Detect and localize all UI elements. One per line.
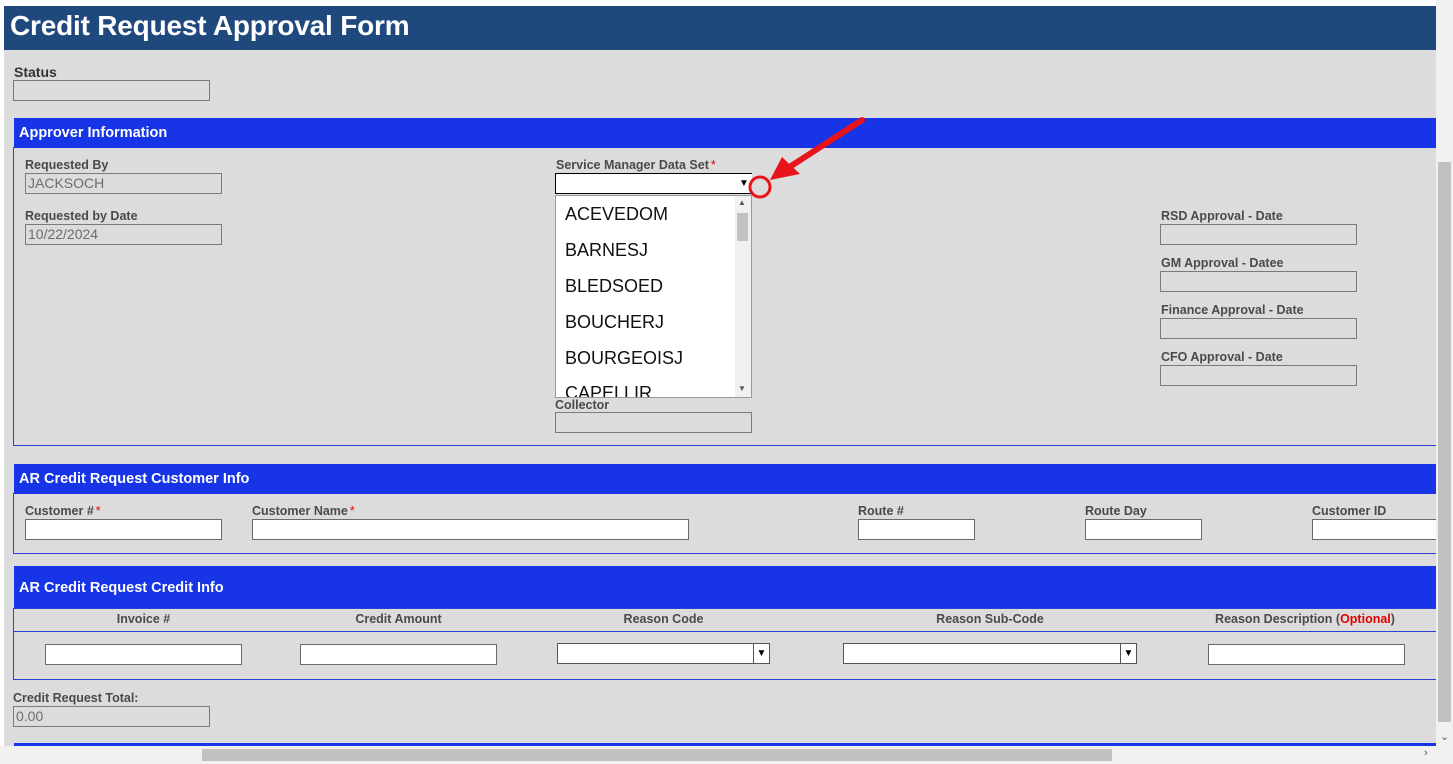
scroll-down-icon[interactable]: ▼ — [738, 384, 746, 393]
credit-section-title: AR Credit Request Credit Info — [19, 580, 224, 596]
requested-by-field: JACKSOCH — [25, 173, 222, 194]
route-num-label: Route # — [858, 504, 904, 518]
vertical-scrollbar[interactable]: ⌄ — [1436, 0, 1453, 746]
customer-section-box — [13, 493, 1436, 554]
form-title-bar: Credit Request Approval Form — [4, 6, 1436, 50]
approver-section-header: Approver Information — [14, 118, 1436, 148]
scroll-down-icon[interactable]: ⌄ — [1440, 730, 1449, 743]
customer-id-label: Customer ID — [1312, 504, 1387, 518]
invoice-input[interactable] — [45, 644, 242, 665]
credit-header-divider — [14, 631, 1436, 632]
scroll-right-icon[interactable]: › — [1424, 747, 1428, 759]
customer-id-input[interactable] — [1312, 519, 1436, 540]
reason-description-input[interactable] — [1208, 644, 1405, 665]
collector-field — [555, 412, 752, 433]
credit-total-field: 0.00 — [13, 706, 210, 727]
horizontal-scrollbar[interactable]: › — [0, 746, 1453, 764]
service-manager-label: Service Manager Data Set * — [556, 158, 716, 172]
col-header-credit-amount: Credit Amount — [355, 612, 442, 626]
form-title: Credit Request Approval Form — [10, 10, 410, 41]
customer-name-label: Customer Name * — [252, 504, 355, 518]
red-annotation-arrow-icon — [748, 117, 865, 199]
col-header-reason-subcode: Reason Sub-Code — [936, 612, 1044, 626]
requested-by-date-label: Requested by Date — [25, 209, 138, 223]
route-day-input[interactable] — [1085, 519, 1202, 540]
dropdown-option[interactable]: BOURGEOISJ — [565, 348, 683, 369]
dropdown-option[interactable]: BOUCHERJ — [565, 312, 664, 333]
service-manager-select[interactable]: ▼ — [555, 173, 752, 194]
rsd-approval-field — [1160, 224, 1357, 245]
credit-section-header: AR Credit Request Credit Info — [14, 566, 1436, 608]
finance-approval-field — [1160, 318, 1357, 339]
customer-section-header: AR Credit Request Customer Info — [14, 464, 1436, 494]
vertical-scroll-thumb[interactable] — [1438, 162, 1451, 722]
chevron-down-icon[interactable]: ▼ — [753, 644, 769, 663]
service-manager-dropdown-list[interactable]: ACEVEDOM BARNESJ BLEDSOED BOUCHERJ BOURG… — [555, 195, 752, 398]
reason-code-select[interactable]: ▼ — [557, 643, 770, 664]
dropdown-scrollbar[interactable]: ▲ ▼ — [735, 196, 751, 397]
customer-num-input[interactable] — [25, 519, 222, 540]
credit-amount-input[interactable] — [300, 644, 497, 665]
col-header-invoice: Invoice # — [116, 612, 171, 626]
required-mark: * — [710, 158, 716, 172]
dropdown-option[interactable]: BARNESJ — [565, 240, 648, 261]
dropdown-option[interactable]: ACEVEDOM — [565, 204, 668, 225]
reason-subcode-select[interactable]: ▼ — [843, 643, 1137, 664]
chevron-down-icon[interactable]: ▼ — [1120, 644, 1136, 663]
status-label: Status — [14, 64, 57, 80]
cfo-approval-label: CFO Approval - Date — [1161, 350, 1283, 364]
finance-approval-label: Finance Approval - Date — [1161, 303, 1304, 317]
route-num-input[interactable] — [858, 519, 975, 540]
credit-total-label: Credit Request Total: — [13, 691, 139, 705]
dropdown-option[interactable]: CAPELLIR — [565, 383, 652, 397]
col-header-reason-code: Reason Code — [623, 612, 704, 626]
customer-num-label: Customer # * — [25, 504, 101, 518]
gm-approval-label: GM Approval - Datee — [1161, 256, 1284, 270]
horizontal-scroll-thumb[interactable] — [202, 749, 1112, 761]
status-field — [13, 80, 210, 101]
col-header-reason-description: Reason Description (Optional) — [1215, 612, 1395, 626]
requested-by-label: Requested By — [25, 158, 109, 172]
requested-by-date-field: 10/22/2024 — [25, 224, 222, 245]
customer-section-title: AR Credit Request Customer Info — [19, 471, 250, 487]
rsd-approval-label: RSD Approval - Date — [1161, 209, 1283, 223]
collector-label: Collector — [555, 398, 610, 412]
route-day-label: Route Day — [1085, 504, 1147, 518]
cfo-approval-field — [1160, 365, 1357, 386]
gm-approval-field — [1160, 271, 1357, 292]
dropdown-scroll-thumb[interactable] — [737, 213, 748, 241]
customer-name-input[interactable] — [252, 519, 689, 540]
approver-section-title: Approver Information — [19, 125, 168, 141]
dropdown-option[interactable]: BLEDSOED — [565, 276, 663, 297]
